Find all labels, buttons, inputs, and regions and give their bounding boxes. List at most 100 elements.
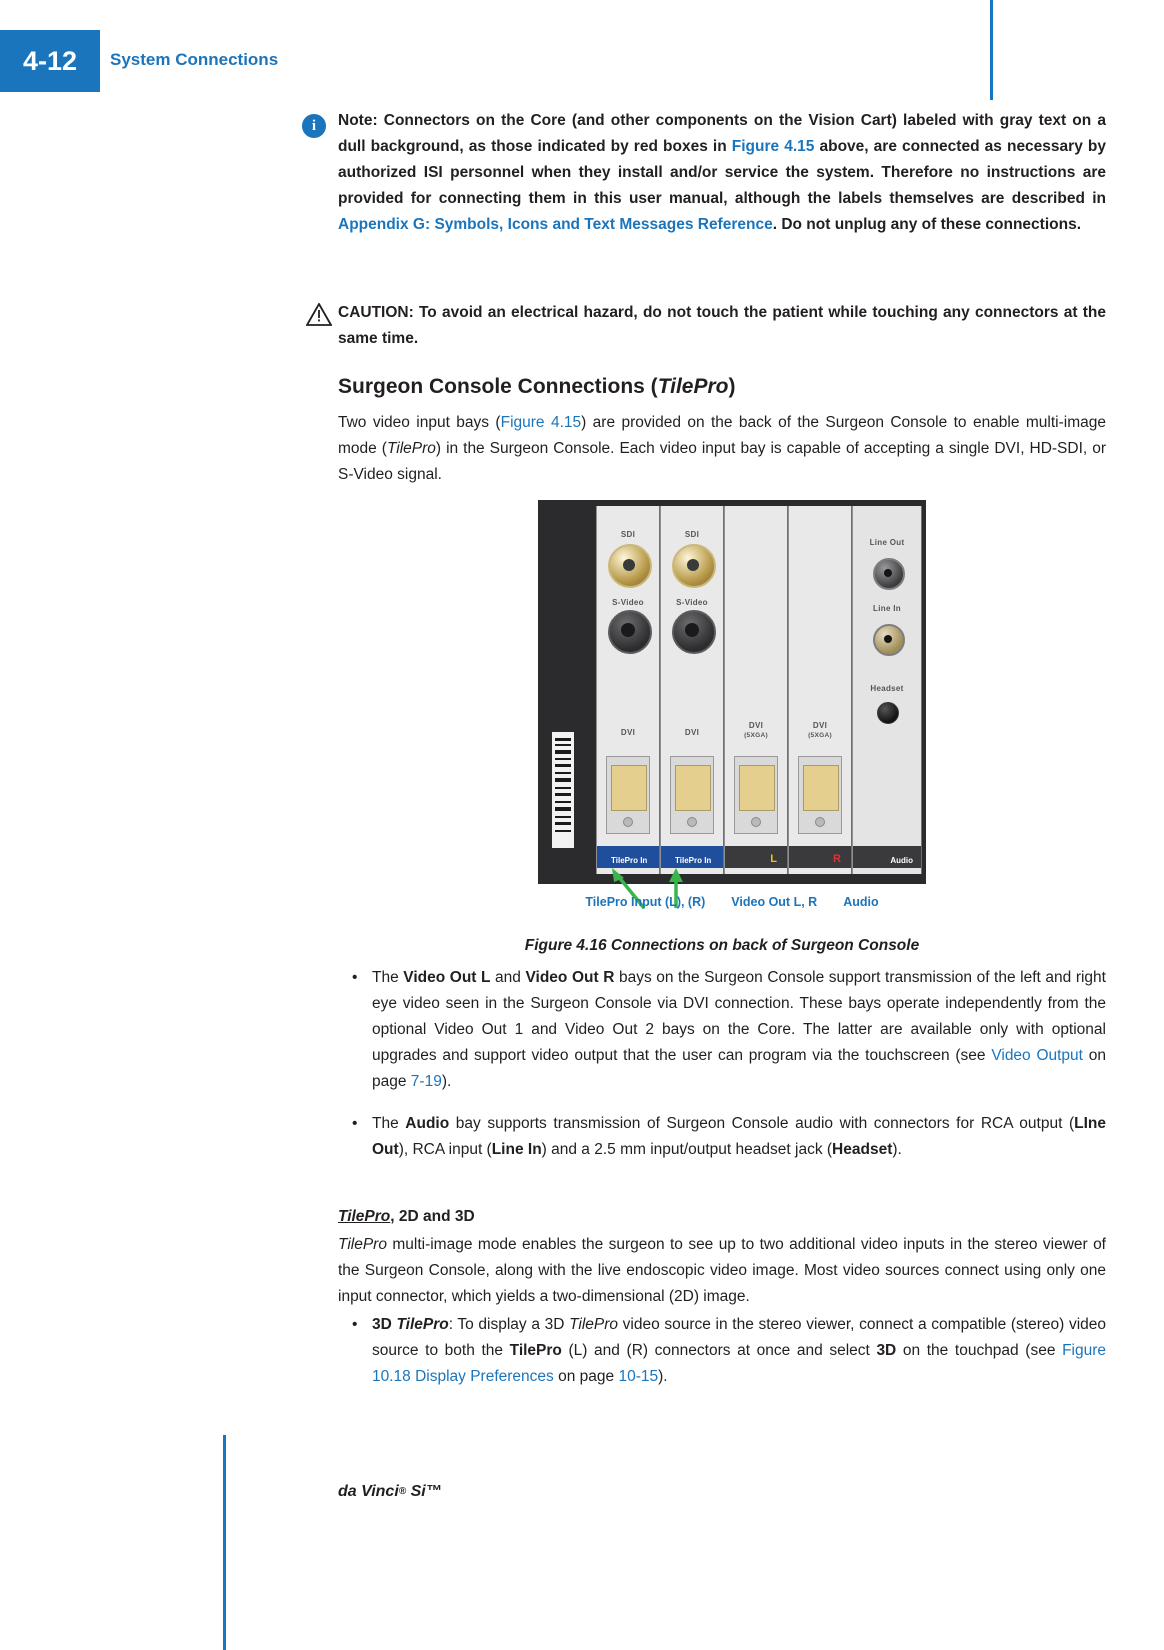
callout-tilepro-input: TilePro Input (L), (R)	[585, 895, 706, 909]
bottom-left-rule	[223, 1435, 226, 1650]
dvi-connector-4	[798, 756, 842, 834]
note-appendix-link[interactable]: Appendix G: Symbols, Icons and Text Mess…	[338, 216, 773, 233]
b3-s1: 3D	[372, 1316, 397, 1333]
line-out-connector	[873, 558, 905, 590]
bullet-list-secondary: 3D TilePro: To display a 3D TilePro vide…	[338, 1312, 1106, 1406]
bay-audio: Line Out Line In Headset Audio	[852, 506, 922, 874]
b3-s3: : To display a 3D	[448, 1316, 570, 1333]
section-heading-plain: Surgeon Console Connections (	[338, 375, 658, 398]
b2-s6: Line In	[491, 1141, 542, 1158]
list-item: The Audio bay supports transmission of S…	[338, 1111, 1106, 1163]
bay-tilepro-left: SDI S-Video DVI TilePro In	[596, 506, 660, 874]
subsection-heading: TilePro, 2D and 3D	[338, 1208, 475, 1226]
list-item: 3D TilePro: To display a 3D TilePro vide…	[338, 1312, 1106, 1390]
subsection-heading-rest: , 2D and 3D	[390, 1208, 475, 1225]
section-intro: Two video input bays (Figure 4.15) are p…	[338, 410, 1106, 488]
strip-video-out-left	[725, 846, 787, 868]
section-heading-close: )	[728, 375, 736, 398]
label-audio: Audio	[890, 856, 913, 865]
intro-figure-link[interactable]: Figure 4.15	[501, 414, 582, 431]
label-sdi-right: SDI	[684, 530, 700, 539]
b3-s6: TilePro	[509, 1342, 562, 1359]
bay-video-out-left: DVI (5XGA) L	[724, 506, 788, 874]
caution-block: CAUTION: To avoid an electrical hazard, …	[338, 300, 1106, 352]
figure-callouts: TilePro Input (L), (R) Video Out L, R Audi…	[538, 895, 926, 909]
sdi-connector-left	[608, 544, 652, 588]
b3-s8: 3D	[876, 1342, 897, 1359]
headset-jack	[877, 702, 899, 724]
subsection-heading-italic: TilePro	[338, 1208, 391, 1225]
label-line-out: Line Out	[869, 538, 905, 547]
subsection-paragraph: TilePro multi-image mode enables the sur…	[338, 1232, 1106, 1310]
svideo-connector-left	[608, 610, 652, 654]
note-figure-link[interactable]: Figure 4.15	[732, 138, 815, 155]
footer-product-name: da Vinci® Si™	[338, 1483, 442, 1501]
intro-italic: TilePro	[386, 440, 436, 457]
b3-s13: ).	[658, 1368, 668, 1385]
label-dvi-2: DVI	[684, 728, 700, 737]
chapter-title: System Connections	[110, 50, 279, 69]
label-svideo-left: S-Video	[612, 598, 644, 607]
b1-s3: and	[490, 969, 526, 986]
b2-s8: Headset	[832, 1141, 893, 1158]
info-icon: i	[302, 114, 326, 138]
figure-surgeon-console-connections: SDI S-Video DVI TilePro In SDI S-Video D…	[538, 500, 926, 910]
dvi-connector-3	[734, 756, 778, 834]
b3-s7: (L) and (R) connectors at once and selec…	[561, 1342, 877, 1359]
label-tilepro-in-left: TilePro In	[611, 856, 648, 865]
paragraph-body: multi-image mode enables the surgeon to …	[338, 1236, 1106, 1305]
b2-s2: Audio	[405, 1115, 450, 1132]
bay-video-out-right: DVI (5XGA) R	[788, 506, 852, 874]
b3-s9: on the touchpad (see	[896, 1342, 1063, 1359]
intro-c: ) in the Surgeon Console. Each video inp…	[338, 440, 1106, 483]
b2-s9: ).	[892, 1141, 902, 1158]
b1-s9: ).	[441, 1073, 452, 1090]
label-video-out-l: L	[770, 853, 777, 865]
b3-s4: TilePro	[569, 1316, 619, 1333]
label-svideo-right: S-Video	[676, 598, 708, 607]
label-sdi-left: SDI	[620, 530, 636, 539]
label-line-in: Line In	[873, 604, 901, 613]
strip-video-out-right	[789, 846, 851, 868]
b1-link-video-output[interactable]: Video Output	[991, 1047, 1083, 1064]
figure-caption: Figure 4.16 Connections on back of Surge…	[524, 937, 920, 954]
serial-barcode-sticker	[552, 732, 574, 848]
label-dvi-4: DVI	[812, 721, 828, 730]
page-number: 4-12	[22, 45, 78, 76]
bay-tilepro-right: SDI S-Video DVI TilePro In	[660, 506, 724, 874]
section-heading-italic: TilePro	[657, 375, 729, 398]
b3-s11: on page	[553, 1368, 619, 1385]
bullet-list-primary: The Video Out L and Video Out R bays on …	[338, 965, 1106, 1179]
top-right-rule	[990, 0, 993, 100]
label-headset: Headset	[870, 684, 904, 693]
line-in-connector	[873, 624, 905, 656]
console-rear-panel-photo: SDI S-Video DVI TilePro In SDI S-Video D…	[538, 500, 926, 884]
note-label: Note:	[338, 112, 378, 129]
intro-a: Two video input bays (	[338, 414, 501, 431]
b2-s7: ) and a 2.5 mm input/output headset jack…	[541, 1141, 833, 1158]
dvi-connector-1	[606, 756, 650, 834]
note-block: Note: Connectors on the Core (and other …	[338, 108, 1106, 238]
callout-audio: Audio	[843, 895, 879, 909]
b3-s2: TilePro	[396, 1316, 449, 1333]
label-dvi-1: DVI	[620, 728, 636, 737]
footer-model: Si™	[406, 1483, 442, 1500]
callout-video-out: Video Out L, R	[731, 895, 818, 909]
b1-s1: The	[372, 969, 404, 986]
warning-triangle-icon	[306, 303, 332, 326]
svideo-connector-right	[672, 610, 716, 654]
b1-link-page[interactable]: 7-19	[411, 1073, 442, 1090]
label-tilepro-in-right: TilePro In	[675, 856, 712, 865]
b1-s4: Video Out R	[525, 969, 615, 986]
section-heading: Surgeon Console Connections (TilePro)	[338, 375, 736, 399]
paragraph-lead-italic: TilePro	[338, 1236, 387, 1253]
list-item: The Video Out L and Video Out R bays on …	[338, 965, 1106, 1095]
sdi-connector-right	[672, 544, 716, 588]
note-line3: . Do not unplug any of these connections…	[772, 216, 1082, 233]
b3-link-page[interactable]: 10-15	[618, 1368, 658, 1385]
label-dvi-4-sub: (5XGA)	[808, 732, 832, 739]
b2-s1: The	[372, 1115, 406, 1132]
dvi-connector-2	[670, 756, 714, 834]
b2-s5: ), RCA input (	[398, 1141, 492, 1158]
b1-s2: Video Out L	[403, 969, 491, 986]
